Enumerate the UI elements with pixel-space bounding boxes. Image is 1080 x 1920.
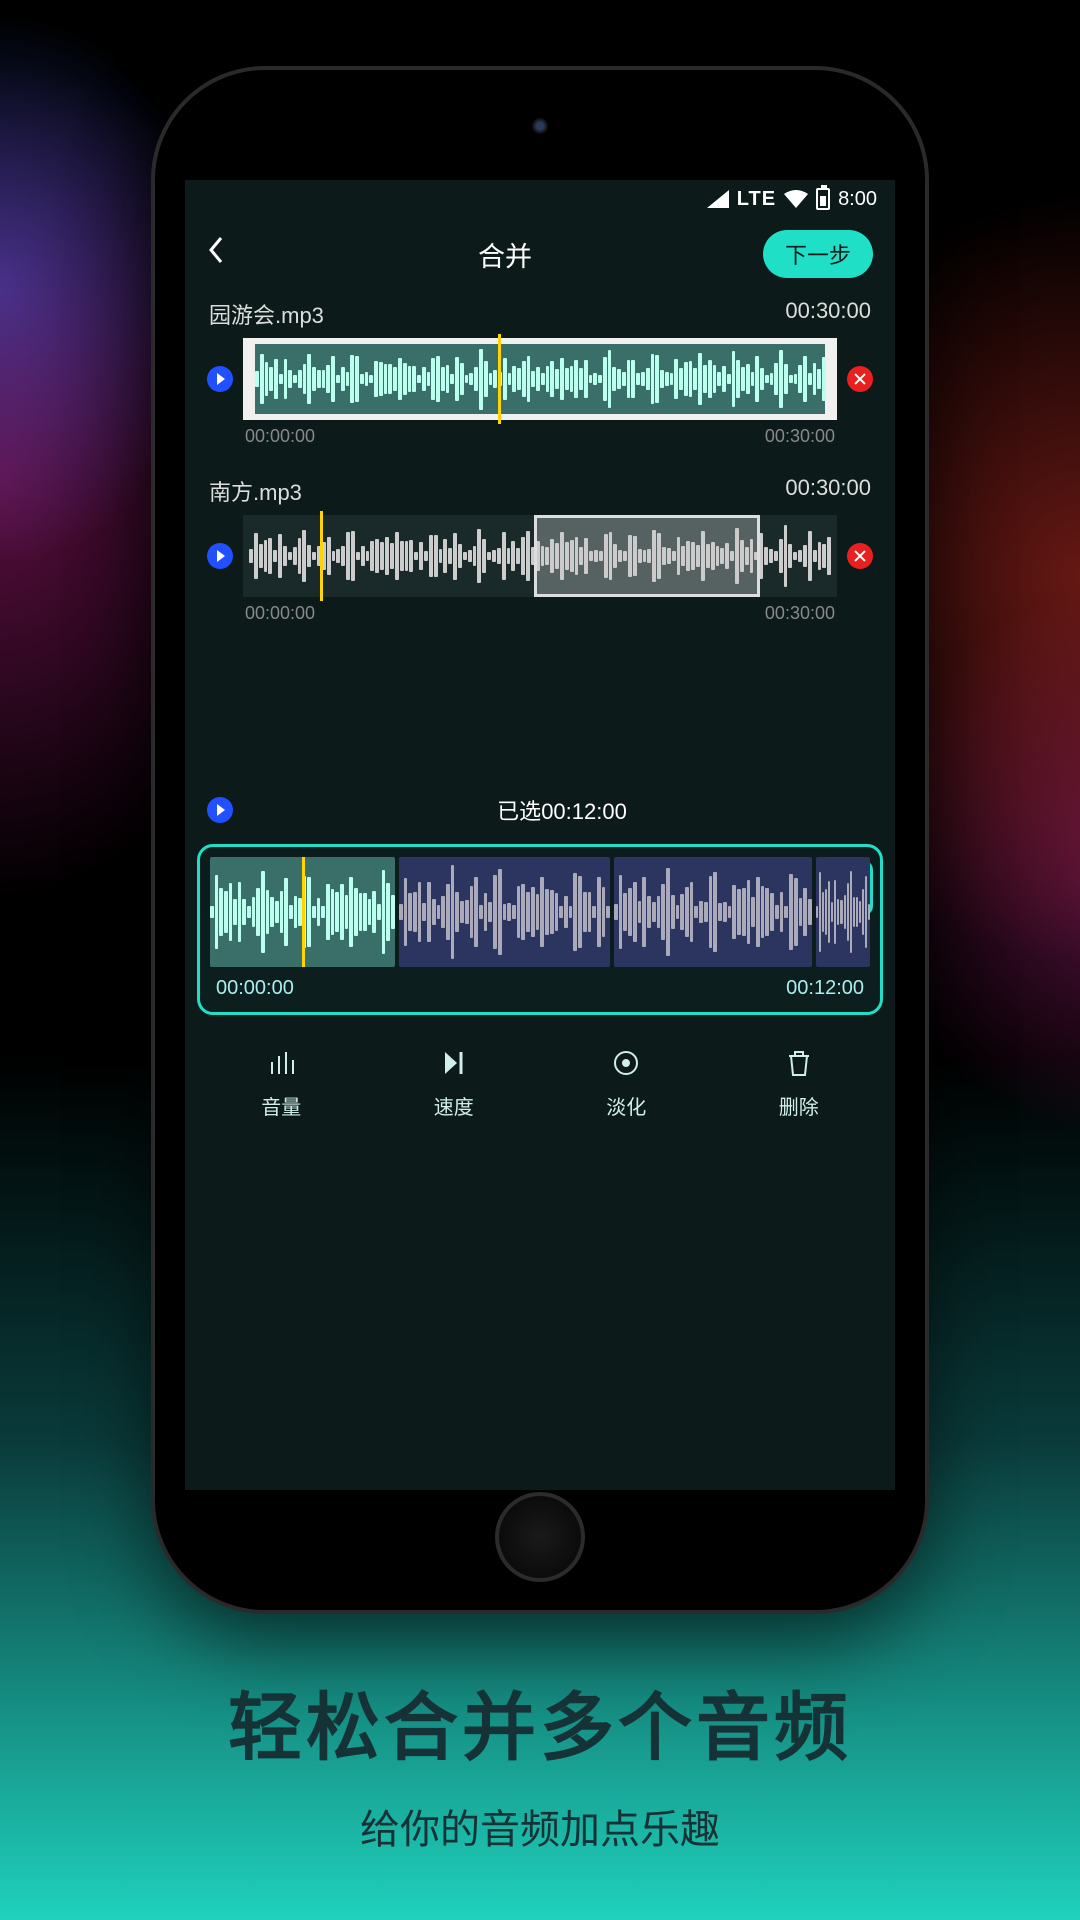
disc-icon bbox=[606, 1045, 646, 1081]
speed-button[interactable]: 速度 bbox=[434, 1045, 474, 1120]
selected-label: 已选00:12:00 bbox=[251, 794, 873, 826]
playhead[interactable] bbox=[498, 334, 501, 424]
bottom-toolbar: 音量 速度 淡化 删除 bbox=[185, 1015, 895, 1120]
play-icon[interactable] bbox=[207, 366, 233, 392]
tool-label: 淡化 bbox=[606, 1091, 646, 1120]
equalizer-icon bbox=[261, 1045, 301, 1081]
waveform[interactable] bbox=[243, 338, 837, 420]
play-icon[interactable] bbox=[207, 543, 233, 569]
clock: 8:00 bbox=[838, 188, 877, 211]
combined-waveform[interactable] bbox=[210, 857, 870, 967]
track-row: 园游会.mp3 00:30:00 00:00:00 00:30:00 bbox=[207, 290, 873, 447]
fade-button[interactable]: 淡化 bbox=[606, 1045, 646, 1120]
track-duration: 00:30:00 bbox=[785, 298, 871, 330]
play-icon[interactable] bbox=[207, 797, 233, 823]
status-bar: LTE 8:00 bbox=[185, 180, 895, 218]
battery-icon bbox=[816, 188, 830, 210]
skip-icon bbox=[434, 1045, 474, 1081]
track-row: 南方.mp3 00:30:00 00:00:00 00:30:00 bbox=[207, 467, 873, 624]
home-button[interactable] bbox=[495, 1492, 585, 1582]
combined-end: 00:12:00 bbox=[786, 977, 864, 1000]
delete-icon[interactable] bbox=[847, 543, 873, 569]
playhead[interactable] bbox=[302, 857, 305, 967]
wifi-icon bbox=[784, 190, 808, 208]
track-list: 园游会.mp3 00:30:00 00:00:00 00:30:00 bbox=[185, 290, 895, 624]
track-name: 南方.mp3 bbox=[209, 475, 302, 507]
page-title: 合并 bbox=[247, 235, 763, 274]
combined-start: 00:00:00 bbox=[216, 977, 294, 1000]
promo-subheading: 给你的音频加点乐趣 bbox=[0, 1797, 1080, 1855]
selection-box[interactable] bbox=[534, 515, 760, 597]
segment[interactable] bbox=[614, 857, 812, 967]
track-start: 00:00:00 bbox=[245, 426, 315, 447]
trash-icon bbox=[779, 1045, 819, 1081]
waveform[interactable] bbox=[243, 515, 837, 597]
volume-button[interactable]: 音量 bbox=[261, 1045, 301, 1120]
tool-label: 删除 bbox=[779, 1091, 819, 1120]
delete-icon[interactable] bbox=[847, 366, 873, 392]
track-end: 00:30:00 bbox=[765, 603, 835, 624]
promo-heading: 轻松合并多个音频 bbox=[0, 1668, 1080, 1775]
signal-icon bbox=[707, 190, 729, 208]
selection-summary: 已选00:12:00 bbox=[185, 794, 895, 826]
tool-label: 速度 bbox=[434, 1091, 474, 1120]
promo-text: 轻松合并多个音频 给你的音频加点乐趣 bbox=[0, 1668, 1080, 1855]
track-duration: 00:30:00 bbox=[785, 475, 871, 507]
back-button[interactable] bbox=[207, 236, 247, 272]
phone-frame: LTE 8:00 合并 下一步 园游会.mp3 00:30:00 bbox=[155, 70, 925, 1610]
segment[interactable] bbox=[816, 857, 870, 967]
playhead[interactable] bbox=[320, 511, 323, 601]
track-end: 00:30:00 bbox=[765, 426, 835, 447]
segment[interactable] bbox=[399, 857, 610, 967]
network-label: LTE bbox=[737, 188, 776, 211]
app-bar: 合并 下一步 bbox=[185, 218, 895, 290]
tool-label: 音量 bbox=[261, 1091, 301, 1120]
delete-button[interactable]: 删除 bbox=[779, 1045, 819, 1120]
combined-panel: 00:00:00 00:12:00 bbox=[197, 844, 883, 1015]
track-start: 00:00:00 bbox=[245, 603, 315, 624]
track-name: 园游会.mp3 bbox=[209, 298, 324, 330]
phone-screen: LTE 8:00 合并 下一步 园游会.mp3 00:30:00 bbox=[185, 180, 895, 1490]
next-button[interactable]: 下一步 bbox=[763, 230, 873, 278]
